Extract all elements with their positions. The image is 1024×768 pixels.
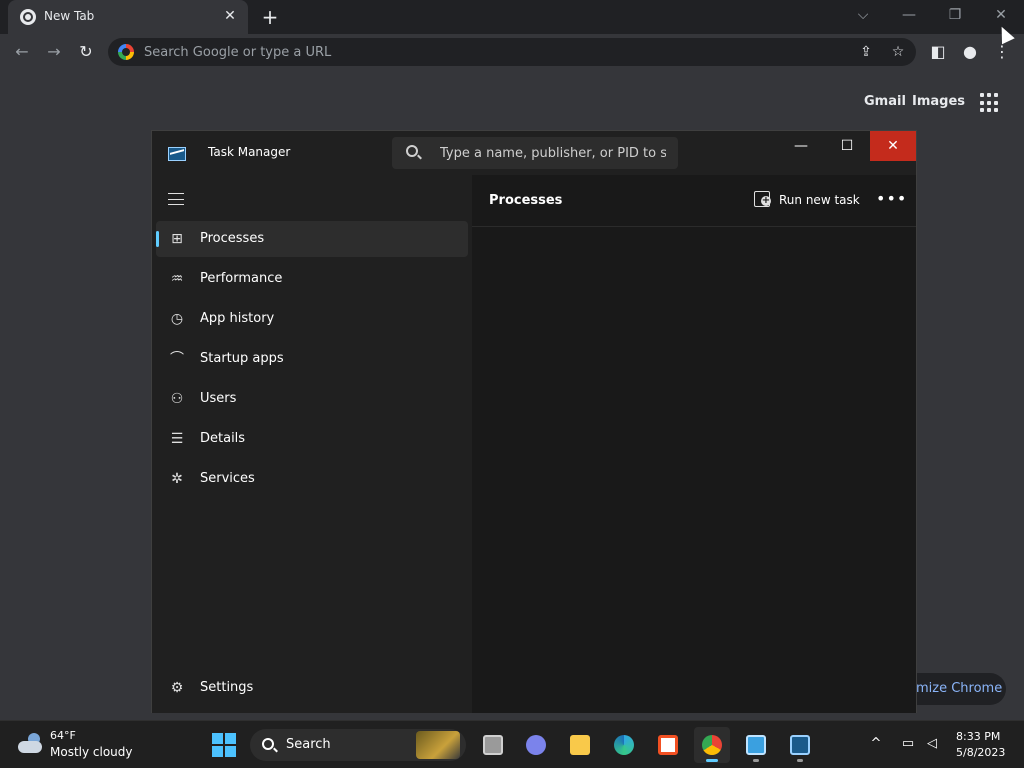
edge-icon [614, 735, 634, 755]
task-manager-taskbar-button[interactable] [782, 727, 818, 763]
nav-item-app-history[interactable]: ◷ App history [156, 301, 468, 337]
nav-item-label: Users [200, 391, 237, 406]
nav-item-label: Processes [200, 231, 265, 246]
close-tab-icon[interactable]: ✕ [222, 7, 238, 25]
task-manager-window: Task Manager — ☐ ✕ ⊞ Processes ♒ Perform… [151, 130, 917, 713]
google-apps-icon[interactable] [980, 93, 1000, 113]
weather-condition[interactable]: Mostly cloudy [50, 745, 133, 759]
forward-button[interactable]: → [42, 40, 66, 64]
nav-item-label: Settings [200, 680, 254, 695]
tab-title: New Tab [44, 9, 95, 23]
nav-item-label: App history [200, 311, 275, 326]
task-manager-search-input[interactable] [438, 143, 668, 163]
weather-temperature[interactable]: 64°F [50, 729, 76, 742]
nav-item-details[interactable]: ☰ Details [156, 421, 468, 457]
network-icon[interactable]: ▭ [898, 733, 918, 755]
bookmark-star-icon[interactable]: ☆ [886, 40, 910, 64]
close-window-button[interactable]: ✕ [988, 4, 1014, 26]
page-title: Processes [489, 193, 563, 208]
folder-icon [570, 735, 590, 755]
more-options-icon[interactable]: ••• [876, 189, 906, 213]
chrome-favicon-icon [20, 9, 36, 25]
search-highlight-art-icon [416, 731, 460, 759]
nav-item-performance[interactable]: ♒ Performance [156, 261, 468, 297]
volume-icon[interactable]: ◁ [922, 733, 942, 755]
gear-icon: ⚙ [170, 680, 184, 696]
back-button[interactable]: ← [10, 40, 34, 64]
run-new-task-icon [754, 191, 771, 207]
store-bag-icon [658, 735, 678, 755]
nav-item-label: Details [200, 431, 246, 446]
run-new-task-label: Run new task [779, 193, 860, 207]
images-link[interactable]: Images [912, 94, 965, 109]
tab-new-tab[interactable]: New Tab ✕ [8, 0, 248, 34]
minimize-window-button[interactable]: — [896, 4, 922, 26]
processes-header: Processes Run new task ••• [472, 175, 916, 227]
remote-desktop-button[interactable] [738, 727, 774, 763]
nav-item-processes[interactable]: ⊞ Processes [156, 221, 468, 257]
task-manager-icon [790, 735, 810, 755]
taskbar-search-label: Search [286, 737, 331, 752]
gmail-link[interactable]: Gmail [864, 94, 906, 109]
processes-panel: Processes Run new task ••• [472, 175, 916, 713]
performance-pulse-icon: ♒ [170, 271, 184, 287]
details-list-icon: ☰ [170, 431, 184, 447]
chrome-taskbar-button[interactable] [694, 727, 730, 763]
taskbar-search-box[interactable]: Search [250, 729, 466, 761]
users-icon: ⚇ [170, 391, 184, 407]
nav-item-label: Services [200, 471, 255, 486]
task-manager-titlebar: Task Manager — ☐ ✕ [152, 131, 916, 175]
tm-close-button[interactable]: ✕ [870, 131, 916, 161]
task-manager-app-icon [168, 147, 186, 161]
start-button[interactable] [212, 733, 236, 757]
tab-search-chevron-down-icon[interactable]: ⌵ [850, 4, 876, 26]
nav-item-services[interactable]: ✲ Services [156, 461, 468, 497]
hamburger-menu-icon[interactable] [168, 193, 184, 205]
teams-chat-button[interactable] [518, 727, 554, 763]
nav-item-users[interactable]: ⚇ Users [156, 381, 468, 417]
history-clock-icon: ◷ [170, 311, 184, 327]
task-view-icon [483, 735, 503, 755]
processes-grid-icon: ⊞ [171, 231, 183, 247]
reload-button[interactable]: ↻ [74, 40, 98, 64]
share-icon[interactable]: ⇪ [854, 40, 878, 64]
teams-chat-icon [526, 735, 546, 755]
chevron-up-icon[interactable]: ^ [866, 733, 886, 755]
tm-minimize-button[interactable]: — [778, 131, 824, 161]
google-g-icon [118, 44, 134, 60]
clock-date[interactable]: 5/8/2023 [956, 746, 1005, 759]
nav-item-label: Startup apps [200, 351, 284, 366]
microsoft-store-button[interactable] [650, 727, 686, 763]
tm-maximize-button[interactable]: ☐ [824, 131, 870, 161]
active-indicator [706, 759, 718, 762]
task-view-button[interactable] [475, 727, 511, 763]
task-manager-nav: ⊞ Processes ♒ Performance ◷ App history … [152, 175, 472, 713]
edge-button[interactable] [606, 727, 642, 763]
new-tab-button[interactable]: + [258, 5, 282, 29]
task-manager-search-box[interactable] [392, 137, 678, 169]
remote-desktop-icon [746, 735, 766, 755]
chrome-toolbar: ← → ↻ ⇪ ☆ ◧ ● ⋮ [0, 34, 1024, 70]
clock-time[interactable]: 8:33 PM [956, 730, 1000, 743]
weather-cloudy-icon[interactable] [16, 731, 44, 755]
nav-item-label: Performance [200, 271, 283, 286]
nav-item-startup-apps[interactable]: ⌒ Startup apps [156, 341, 468, 377]
search-icon [406, 145, 418, 157]
task-manager-title: Task Manager [208, 145, 291, 159]
search-icon [262, 738, 274, 750]
side-panel-icon[interactable]: ◧ [926, 40, 950, 64]
restore-window-button[interactable]: ❐ [942, 4, 968, 26]
omnibox-input[interactable] [142, 42, 742, 62]
omnibox[interactable]: ⇪ ☆ [108, 38, 916, 66]
chrome-tab-strip: New Tab ✕ + ⌵ — ❐ ✕ [0, 0, 1024, 34]
profile-avatar-icon[interactable]: ● [958, 40, 982, 64]
windows-taskbar: 64°F Mostly cloudy Search ^ ▭ ◁ 8:33 PM … [0, 720, 1024, 768]
startup-gauge-icon: ⌒ [170, 351, 184, 367]
running-indicator [797, 759, 803, 762]
running-indicator [753, 759, 759, 762]
nav-item-settings[interactable]: ⚙ Settings [156, 670, 468, 706]
chrome-icon [702, 735, 722, 755]
file-explorer-button[interactable] [562, 727, 598, 763]
services-puzzle-icon: ✲ [171, 471, 183, 487]
